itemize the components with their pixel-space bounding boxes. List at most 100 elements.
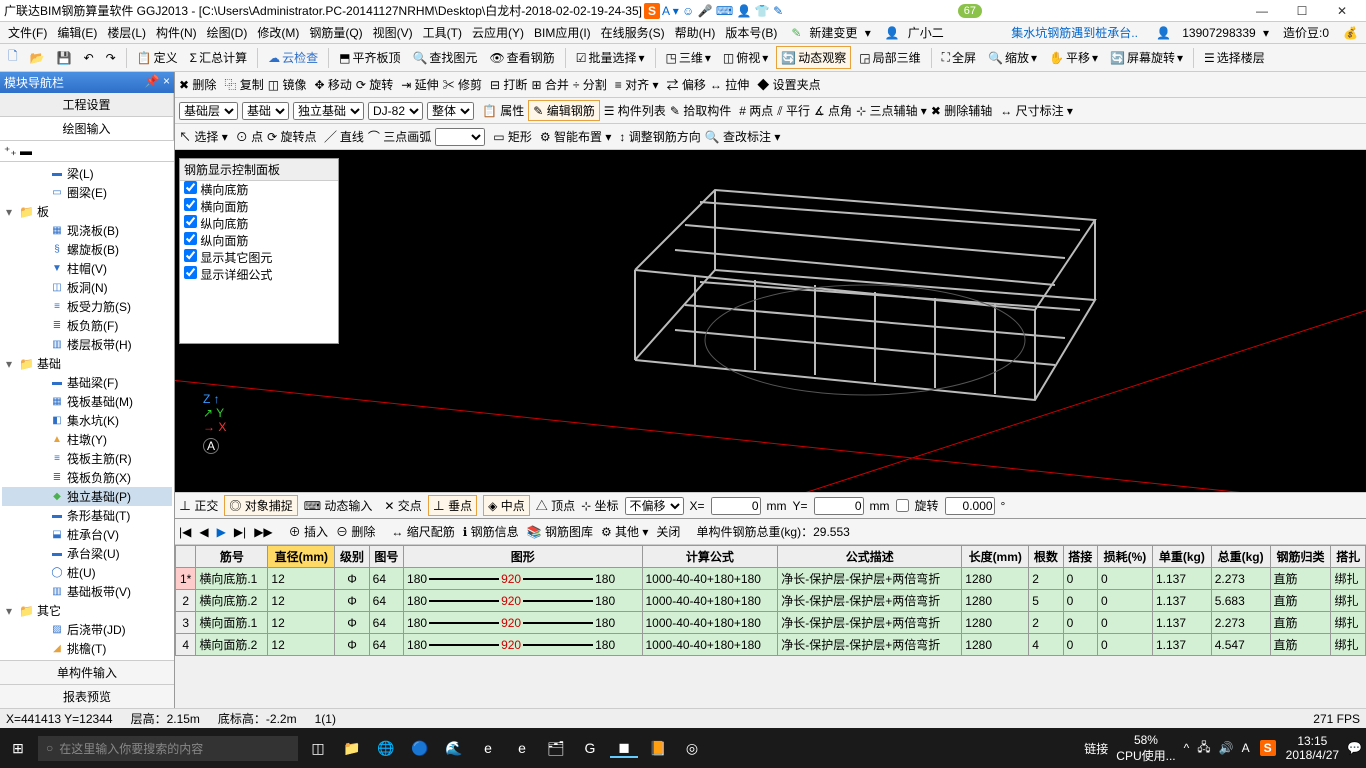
report-tab[interactable]: 报表预览 [0,684,174,708]
sum-button[interactable]: Σ 汇总计算 [186,47,251,68]
tray-cpu[interactable]: 58% CPU使用... [1116,733,1175,764]
view-rebar-button[interactable]: 👁 查看钢筋 [485,47,558,68]
tree-fabanzhujin[interactable]: ≡筏板主筋(R) [2,449,172,468]
tree-fabanfujin[interactable]: ≣筏板负筋(X) [2,468,172,487]
tray-clock[interactable]: 13:152018/4/27 [1286,734,1339,762]
lib-button[interactable]: 📚 钢筋图库 [527,523,593,540]
rect-button[interactable]: ▭ 矩形 [493,128,532,145]
scale-button[interactable]: ↔ 缩尺配筋 [391,523,454,540]
tree-tiaoxingjichu[interactable]: ▬条形基础(T) [2,506,172,525]
badge-icon[interactable]: 67 [958,4,982,18]
pan-button[interactable]: ✋ 平移 ▾ [1045,47,1102,68]
snap-toggle[interactable]: ◎ 对象捕捉 [224,495,297,516]
nav-first[interactable]: |◀ [179,525,191,539]
trim-button[interactable]: ✂ 修剪 [443,76,482,93]
break-button[interactable]: ⊟ 打断 [490,76,527,93]
insert-button[interactable]: ⊕ 插入 [289,523,328,540]
attr-button[interactable]: 📋 属性 [482,102,524,119]
mid-toggle[interactable]: ◈ 中点 [483,495,530,516]
tree-liang[interactable]: ▬梁(L) [2,164,172,183]
ortho-toggle[interactable]: ⊥ 正交 [179,497,218,514]
layer-select[interactable]: 基础层 [179,102,238,120]
offset-button[interactable]: ⇄ 偏移 [667,76,706,93]
delete-button[interactable]: ✖ 删除 [179,76,216,93]
fullscreen-button[interactable]: ⛶ 全屏 [938,47,980,68]
nav-more[interactable]: ▶▶ [254,525,272,539]
del-row-button[interactable]: ⊖ 删除 [336,523,375,540]
move-button[interactable]: ✥ 移动 [314,76,351,93]
y-input[interactable] [814,497,864,515]
copy-button[interactable]: ⿻ 复制 [224,76,263,93]
tree-zhudun[interactable]: ▲柱墩(Y) [2,430,172,449]
tab-draw[interactable]: 绘图输入 [0,117,174,140]
del-axis-button[interactable]: ✖ 删除辅轴 [931,102,992,119]
zoom-button[interactable]: 🔍 缩放 ▾ [984,47,1041,68]
app11-icon[interactable]: ◎ [678,740,706,757]
table-row[interactable]: 3横向面筋.112Φ64 180920180 1000-40-40+180+18… [176,612,1366,634]
tree-qita[interactable]: ▾📁 其它 [2,601,172,620]
find-button[interactable]: 🔍 查找图元 [408,47,481,68]
three-axis-button[interactable]: ⊹ 三点辅轴 ▾ [856,102,927,119]
component-select[interactable]: DJ-82 [368,102,423,120]
mirror-button[interactable]: ◫ 镜像 [268,76,307,93]
tree-bandong[interactable]: ◫板洞(N) [2,278,172,297]
split-button[interactable]: ÷ 分割 [573,76,607,93]
menu-tool[interactable]: 工具(T) [419,22,466,43]
table-row[interactable]: 1*横向底筋.112Φ64 180920180 1000-40-40+180+1… [176,568,1366,590]
coord-toggle[interactable]: ⊹ 坐标 [581,497,618,514]
align-button[interactable]: ≡ 对齐 ▾ [615,76,659,93]
nav-play[interactable]: ▶ [217,525,226,539]
redo-icon[interactable]: ↷ [102,49,120,67]
pin-icon[interactable]: 📌 × [145,74,170,91]
new-icon[interactable]: 🗋 [4,45,22,70]
tray-notif-icon[interactable]: 💬 [1347,741,1362,755]
tree-tiaoyan[interactable]: ◢挑檐(T) [2,639,172,658]
tree-zhuangchengtai[interactable]: ⬓桩承台(V) [2,525,172,544]
menu-bim[interactable]: BIM应用(I) [530,22,595,43]
other-button[interactable]: ⚙ 其他 ▾ [601,523,648,540]
offset-select[interactable]: 不偏移 [625,497,684,515]
merge-button[interactable]: ⊞ 合并 [531,76,568,93]
orbit-button[interactable]: 🔄 动态观察 [776,46,851,69]
minimize-button[interactable]: — [1242,4,1282,18]
dimension-button[interactable]: ↔ 尺寸标注 ▾ [1000,102,1073,119]
rebar-table[interactable]: 筋号直径(mm) 级别图号图形 计算公式公式描述长度(mm) 根数搭接损耗(%)… [175,545,1366,656]
cross-toggle[interactable]: ✕ 交点 [384,497,421,514]
tree-banfujin[interactable]: ≣板负筋(F) [2,316,172,335]
screen-rotate-button[interactable]: 🔄 屏幕旋转 ▾ [1106,47,1187,68]
category-select[interactable]: 基础 [242,102,289,120]
tree-banshouli[interactable]: ≡板受力筋(S) [2,297,172,316]
extend-button[interactable]: ⇥ 延伸 [401,76,438,93]
menu-draw[interactable]: 绘图(D) [203,22,252,43]
tree-quanliang[interactable]: ▭圈梁(E) [2,183,172,202]
tree-luoban[interactable]: §螺旋板(B) [2,240,172,259]
start-button[interactable]: ⊞ [4,740,32,757]
app4-icon[interactable]: 🌊 [440,740,468,757]
app6-icon[interactable]: e [508,740,536,756]
rot-check[interactable] [896,499,909,512]
menu-edit[interactable]: 编辑(E) [53,22,101,43]
define-button[interactable]: 📋 定义 [133,47,182,68]
search-box[interactable]: ○ 在这里输入你要搜索的内容 [38,736,298,761]
apex-toggle[interactable]: △ 顶点 [536,497,575,514]
parallel-button[interactable]: ⫽ 平行 [777,102,810,119]
tray-vol-icon[interactable]: 🔊 [1219,741,1234,755]
top-view-button[interactable]: ◫ 俯视 ▾ [719,47,772,68]
chk-vtop[interactable]: 纵向面筋 [180,232,338,249]
mode-select[interactable]: 整体 [427,102,474,120]
close-grid-button[interactable]: 关闭 [656,523,680,540]
perp-toggle[interactable]: ⊥ 垂点 [428,495,477,516]
tray-link[interactable]: 链接 [1084,740,1108,757]
cost-label[interactable]: 造价豆:0 [1279,22,1333,43]
tray-ime-a[interactable]: A [1242,741,1250,755]
align-top-button[interactable]: ⬒ 平齐板顶 [335,47,404,68]
sogou-toolbar[interactable]: A ▾ ☺ 🎤 ⌨ 👤 👕 ✎ [662,4,783,18]
tree-fabanjichu[interactable]: ▦筏板基础(M) [2,392,172,411]
app1-icon[interactable]: 📁 [338,740,366,757]
close-button[interactable]: ✕ [1322,4,1362,18]
app5-icon[interactable]: e [474,740,502,756]
new-change-button[interactable]: ✎新建变更 ▾ [783,22,874,43]
rotpoint-button[interactable]: ⟳ 旋转点 [267,128,316,145]
app3-icon[interactable]: 🔵 [406,740,434,757]
menu-view[interactable]: 视图(V) [369,22,417,43]
